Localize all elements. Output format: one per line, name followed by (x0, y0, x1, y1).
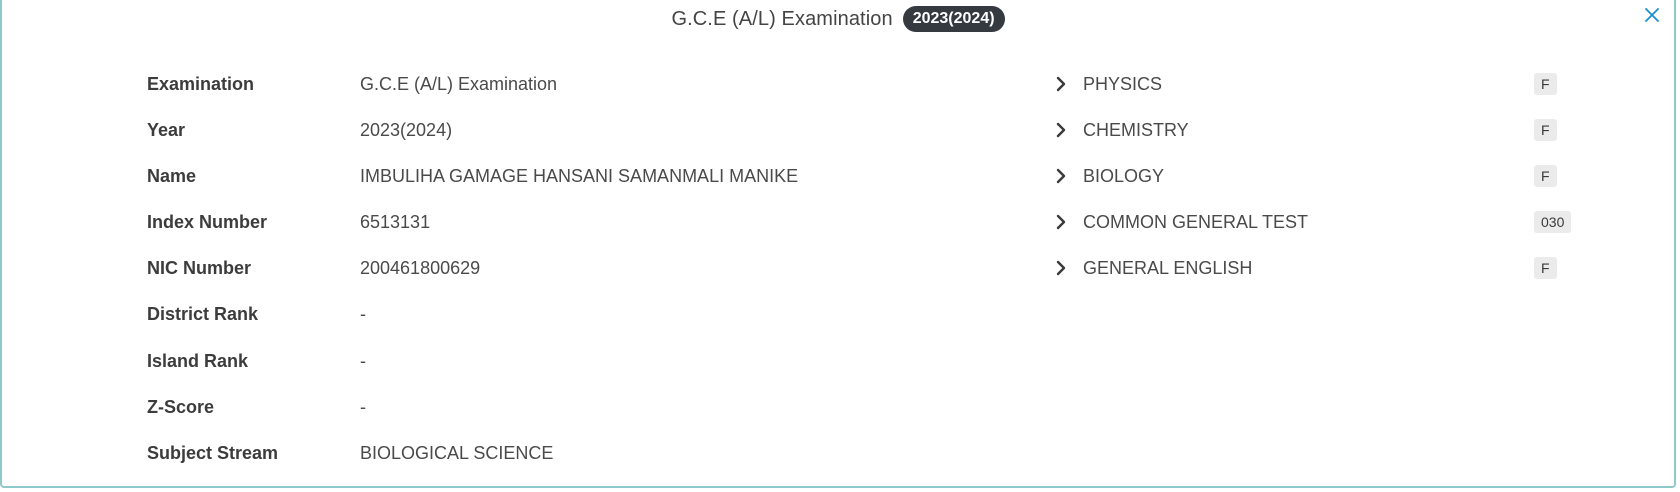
info-value: BIOLOGICAL SCIENCE (360, 442, 554, 463)
subject-name: BIOLOGY (1083, 165, 1165, 186)
info-label: Examination (147, 73, 255, 94)
grade-badge: F (1534, 257, 1557, 279)
grade-badge: F (1534, 73, 1557, 95)
subject-name: GENERAL ENGLISH (1083, 257, 1253, 278)
info-label: Island Rank (147, 350, 249, 371)
info-value: 6513131 (360, 211, 431, 232)
chevron-right-icon (1054, 258, 1068, 278)
year-badge: 2023(2024) (902, 6, 1005, 32)
info-value: 200461800629 (360, 257, 481, 278)
modal-header: G.C.E (A/L) Examination 2023(2024) (2, 2, 1674, 36)
info-row-index-number: Index Number 6513131 (147, 210, 430, 234)
info-label: Subject Stream (147, 442, 279, 463)
grade-badge: F (1534, 119, 1557, 141)
info-label: District Rank (147, 303, 259, 324)
subject-row-general-english[interactable]: GENERAL ENGLISH F (1054, 256, 1574, 280)
close-icon[interactable] (1642, 6, 1662, 26)
grade-badge: F (1534, 165, 1557, 187)
subject-row-common-general-test[interactable]: COMMON GENERAL TEST 030 (1054, 210, 1574, 234)
chevron-right-icon (1054, 212, 1068, 232)
subject-name: COMMON GENERAL TEST (1083, 211, 1309, 232)
info-label: Index Number (147, 211, 268, 232)
chevron-right-icon (1054, 166, 1068, 186)
info-value: - (360, 350, 366, 371)
subject-name: CHEMISTRY (1083, 119, 1189, 140)
info-value: IMBULIHA GAMAGE HANSANI SAMANMALI MANIKE (360, 165, 799, 186)
results-modal: G.C.E (A/L) Examination 2023(2024) Exami… (0, 0, 1676, 488)
info-value: - (360, 303, 366, 324)
info-label: Z-Score (147, 396, 215, 417)
info-value: G.C.E (A/L) Examination (360, 73, 558, 94)
info-value: - (360, 396, 366, 417)
info-label: Name (147, 165, 197, 186)
info-label: Year (147, 119, 186, 140)
chevron-right-icon (1054, 74, 1068, 94)
subject-name: PHYSICS (1083, 73, 1163, 94)
info-row-nic-number: NIC Number 200461800629 (147, 256, 480, 280)
info-row-examination: Examination G.C.E (A/L) Examination (147, 72, 557, 96)
modal-title: G.C.E (A/L) Examination (671, 7, 893, 30)
info-row-island-rank: Island Rank - (147, 349, 366, 373)
info-row-subject-stream: Subject Stream BIOLOGICAL SCIENCE (147, 441, 553, 465)
info-row-name: Name IMBULIHA GAMAGE HANSANI SAMANMALI M… (147, 164, 798, 188)
info-label: NIC Number (147, 257, 252, 278)
info-value: 2023(2024) (360, 119, 453, 140)
chevron-right-icon (1054, 120, 1068, 140)
subject-row-physics[interactable]: PHYSICS F (1054, 72, 1574, 96)
subject-row-chemistry[interactable]: CHEMISTRY F (1054, 118, 1574, 142)
info-row-district-rank: District Rank - (147, 302, 366, 326)
info-row-z-score: Z-Score - (147, 395, 366, 419)
grade-badge: 030 (1534, 211, 1572, 233)
subject-row-biology[interactable]: BIOLOGY F (1054, 164, 1574, 188)
info-row-year: Year 2023(2024) (147, 118, 452, 142)
